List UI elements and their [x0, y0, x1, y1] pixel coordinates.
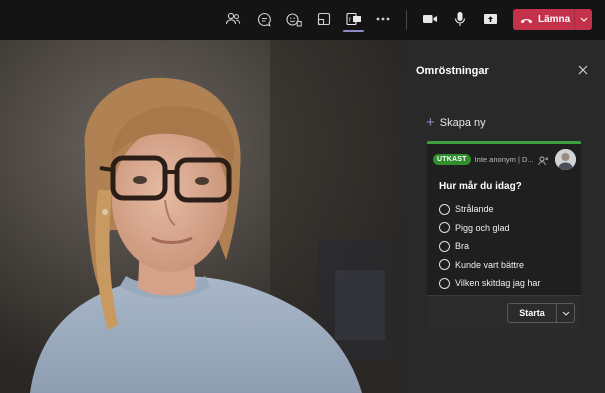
leave-options-chevron-icon[interactable]: [575, 9, 592, 30]
panel-title: Omröstningar: [416, 65, 489, 77]
avatar: [555, 149, 576, 170]
participant-video: [0, 40, 404, 393]
poll-footer: Starta: [427, 295, 581, 328]
camera-icon[interactable]: [419, 9, 441, 29]
status-badge: UTKAST: [433, 154, 471, 165]
poll-question: Hur mår du idag?: [439, 181, 522, 192]
start-button[interactable]: Starta: [507, 303, 575, 323]
participants-icon: [538, 153, 549, 171]
poll-option[interactable]: Kunde vart bättre: [439, 256, 540, 275]
radio-button[interactable]: [439, 277, 450, 289]
chat-icon[interactable]: [253, 9, 275, 29]
poll-meta: UTKAST Inte anonym | D...: [433, 154, 534, 165]
mic-icon[interactable]: [449, 9, 471, 29]
poll-options: Strålande Pigg och glad Bra Kunde vart b…: [439, 200, 540, 293]
start-options-chevron-icon[interactable]: [557, 304, 574, 322]
poll-option[interactable]: Pigg och glad: [439, 219, 540, 238]
radio-button[interactable]: [439, 259, 450, 271]
video-frame-image: [0, 40, 404, 393]
phone-hangup-icon: [520, 11, 533, 29]
anonymity-text: Inte anonym | D...: [474, 155, 534, 164]
toolbar-divider: [406, 10, 407, 30]
more-icon[interactable]: [372, 9, 394, 29]
polls-panel: Omröstningar + Skapa ny UTKAST Inte anon…: [404, 40, 605, 393]
close-icon[interactable]: [577, 63, 589, 75]
start-label: Starta: [519, 308, 545, 318]
reactions-icon[interactable]: [283, 9, 305, 29]
create-new-label: Skapa ny: [439, 116, 486, 129]
plus-icon: +: [426, 114, 435, 131]
radio-button[interactable]: [439, 240, 450, 252]
apps-icon[interactable]: f: [343, 9, 365, 29]
people-icon[interactable]: [222, 9, 244, 29]
meeting-toolbar: f Lämna: [0, 0, 605, 40]
radio-button[interactable]: [439, 222, 450, 234]
option-label: Kunde vart bättre: [455, 259, 525, 270]
svg-text:f: f: [349, 18, 351, 24]
poll-card: UTKAST Inte anonym | D... Hur mår du ida…: [427, 141, 581, 328]
radio-button[interactable]: [439, 203, 450, 215]
rooms-icon[interactable]: [313, 9, 335, 29]
share-icon[interactable]: [479, 9, 501, 29]
leave-label: Lämna: [538, 14, 571, 25]
leave-button[interactable]: Lämna: [513, 9, 592, 30]
option-label: Bra: [455, 241, 470, 252]
option-label: Pigg och glad: [455, 222, 510, 233]
create-new-button[interactable]: + Skapa ny: [426, 115, 486, 130]
poll-option[interactable]: Strålande: [439, 200, 540, 219]
leave-main-button[interactable]: Lämna: [513, 9, 574, 30]
option-label: Strålande: [455, 204, 494, 215]
active-tab-indicator: [343, 30, 364, 32]
option-label: Vilken skitdag jag har: [455, 278, 541, 289]
poll-option[interactable]: Bra: [439, 237, 540, 256]
poll-option[interactable]: Vilken skitdag jag har: [439, 274, 540, 293]
